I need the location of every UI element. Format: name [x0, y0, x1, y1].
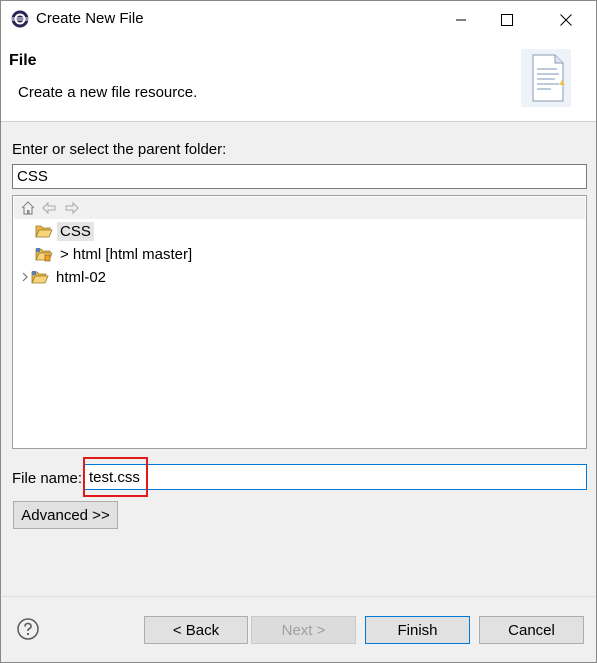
new-file-wizard-icon — [521, 49, 571, 107]
advanced-button[interactable]: Advanced >> — [13, 501, 118, 529]
back-arrow-icon[interactable] — [41, 200, 57, 216]
git-project-folder-icon — [35, 248, 53, 262]
create-new-file-dialog: Create New File File Create a new file r… — [0, 0, 597, 663]
tree-item-spacer — [23, 220, 35, 242]
parent-folder-label: Enter or select the parent folder: — [12, 141, 227, 158]
tree-item-html-02[interactable]: html-02 — [19, 266, 109, 288]
tree-item-css[interactable]: CSS — [23, 220, 94, 242]
minimize-button[interactable] — [438, 1, 484, 39]
banner-description: Create a new file resource. — [18, 84, 198, 101]
banner-title: File — [9, 52, 37, 69]
folder-tree[interactable]: CSS > html [html master] html-02 — [12, 195, 587, 449]
tree-item-label: > html [html master] — [60, 245, 193, 263]
open-folder-icon — [35, 225, 53, 238]
file-name-label: File name: — [12, 470, 83, 487]
wizard-banner: File Create a new file resource. — [1, 39, 596, 122]
annotation-highlight-box — [83, 457, 148, 497]
tree-item-html[interactable]: > html [html master] — [23, 243, 195, 265]
window-title: Create New File — [36, 10, 144, 27]
title-bar: Create New File — [1, 1, 596, 39]
help-icon[interactable] — [16, 617, 40, 641]
file-name-input[interactable] — [84, 464, 587, 490]
back-button[interactable]: < Back — [144, 616, 248, 644]
tree-item-spacer — [23, 243, 35, 265]
home-icon[interactable] — [20, 200, 36, 216]
cancel-button[interactable]: Cancel — [479, 616, 584, 644]
minimize-icon — [456, 19, 466, 21]
tree-toolbar — [14, 197, 585, 219]
maximize-icon — [501, 14, 513, 26]
eclipse-icon — [11, 10, 29, 28]
finish-button[interactable]: Finish — [365, 616, 470, 644]
forward-arrow-icon[interactable] — [64, 200, 80, 216]
parent-folder-input[interactable] — [12, 164, 587, 189]
close-button[interactable] — [543, 1, 589, 39]
chevron-right-icon[interactable] — [19, 266, 31, 288]
close-icon — [560, 14, 572, 26]
maximize-button[interactable] — [484, 1, 530, 39]
tree-item-label: CSS — [57, 221, 94, 241]
button-bar-divider — [2, 596, 595, 597]
project-folder-icon — [31, 271, 49, 284]
tree-item-label: html-02 — [56, 268, 107, 286]
next-button[interactable]: Next > — [251, 616, 356, 644]
